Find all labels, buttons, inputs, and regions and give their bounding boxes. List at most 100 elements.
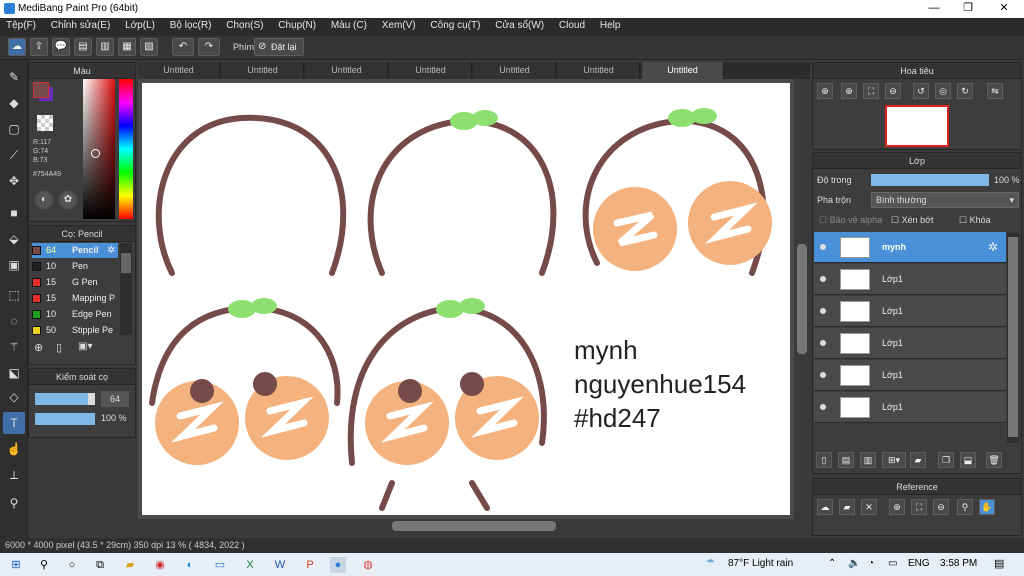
excel-icon[interactable]: X bbox=[242, 557, 258, 573]
scroll-thumb[interactable] bbox=[121, 253, 131, 273]
redo-icon[interactable]: ↷ bbox=[198, 38, 220, 56]
menu-layer[interactable]: Lớp(L) bbox=[119, 18, 161, 33]
horizontal-scrollbar[interactable] bbox=[138, 519, 810, 533]
maximize-button[interactable]: ❐ bbox=[950, 0, 986, 18]
menu-window[interactable]: Cửa sổ(W) bbox=[489, 18, 550, 33]
cloud-icon[interactable]: ☁ bbox=[8, 38, 26, 56]
select-eraser-icon[interactable]: ◇ bbox=[3, 386, 25, 408]
brush-item[interactable]: 10 Edge Pen bbox=[32, 307, 118, 322]
document-tab[interactable]: Untitled bbox=[138, 62, 220, 79]
menu-cloud[interactable]: Cloud bbox=[553, 18, 591, 33]
task-view-icon[interactable]: ⧉ bbox=[92, 557, 108, 573]
duplicate-icon[interactable]: ❐ bbox=[938, 452, 954, 468]
vertical-scrollbar[interactable] bbox=[794, 79, 810, 519]
select-pen-icon[interactable]: ⬕ bbox=[3, 362, 25, 384]
protect-alpha-checkbox[interactable]: ☐ Bảo vệ alpha bbox=[819, 215, 882, 226]
saturation-picker[interactable] bbox=[83, 79, 115, 219]
brush-tool-icon[interactable]: ✎ bbox=[3, 66, 25, 88]
cortana-icon[interactable]: ○ bbox=[64, 557, 80, 573]
blend-mode-select[interactable]: Bình thường ▾ bbox=[871, 192, 1019, 208]
scroll-thumb[interactable] bbox=[392, 521, 556, 531]
powerpoint-icon[interactable]: P bbox=[302, 557, 318, 573]
reset-rotation-icon[interactable]: ◎ bbox=[935, 83, 951, 99]
app-icon[interactable]: ◉ bbox=[152, 557, 168, 573]
monitor-icon[interactable]: ▭ bbox=[212, 557, 228, 573]
layer-row[interactable]: Lớp1 bbox=[814, 296, 1006, 327]
text-tool-icon[interactable]: T bbox=[3, 412, 25, 434]
fit-icon[interactable]: ⛶ bbox=[911, 499, 927, 515]
blur-tool-icon[interactable]: ⟂ bbox=[3, 464, 25, 486]
layer-row[interactable]: Lớp1 bbox=[814, 392, 1006, 423]
brush-item[interactable]: 15 Mapping P bbox=[32, 291, 118, 306]
close-button[interactable]: ✕ bbox=[986, 0, 1022, 18]
rotate-right-icon[interactable]: ↻ bbox=[957, 83, 973, 99]
pages-icon[interactable]: ▧ bbox=[140, 38, 158, 56]
menu-filter[interactable]: Bộ lọc(R) bbox=[164, 18, 218, 33]
chrome-icon[interactable]: ◍ bbox=[360, 557, 376, 573]
operation-tool-icon[interactable]: ☝ bbox=[3, 438, 25, 460]
edge-icon[interactable]: ◐ bbox=[182, 557, 198, 573]
menu-view[interactable]: Xem(V) bbox=[376, 18, 422, 33]
bucket-tool-icon[interactable]: ⬙ bbox=[3, 228, 25, 250]
transparent-swatch[interactable] bbox=[37, 115, 53, 131]
menu-help[interactable]: Help bbox=[594, 18, 627, 33]
brush-item[interactable]: 15 G Pen bbox=[32, 275, 118, 290]
file-explorer-icon[interactable]: ▰ bbox=[122, 557, 138, 573]
brush-item[interactable]: 50 Stipple Pe bbox=[32, 323, 118, 338]
hue-slider[interactable] bbox=[119, 79, 133, 219]
document-tab[interactable]: Untitled bbox=[222, 62, 304, 79]
fill-square-icon[interactable]: ■ bbox=[3, 202, 25, 224]
select-tool-icon[interactable]: ⬚ bbox=[3, 284, 25, 306]
layer-row[interactable]: Lớp1 bbox=[814, 264, 1006, 295]
gradient-tool-icon[interactable]: ▣ bbox=[3, 254, 25, 276]
zoom-out-icon[interactable]: ⊖ bbox=[885, 83, 901, 99]
undo-icon[interactable]: ↶ bbox=[172, 38, 194, 56]
zoom-in-icon[interactable]: ⊕ bbox=[841, 83, 857, 99]
clip-checkbox[interactable]: ☐ Xén bớt bbox=[891, 215, 934, 226]
cloud-icon[interactable]: ☁ bbox=[817, 499, 833, 515]
menu-tools[interactable]: Công cụ(T) bbox=[424, 18, 486, 33]
rotate-left-icon[interactable]: ↺ bbox=[913, 83, 929, 99]
language-indicator[interactable]: ENG bbox=[908, 558, 930, 569]
line-tool-icon[interactable]: ⟋ bbox=[3, 144, 25, 166]
document-tab[interactable]: Untitled bbox=[558, 62, 640, 79]
lock-checkbox[interactable]: ☐ Khóa bbox=[959, 215, 991, 226]
zoom-in-icon[interactable]: ⊕ bbox=[817, 83, 833, 99]
fit-icon[interactable]: ⛶ bbox=[863, 83, 879, 99]
eye-icon[interactable] bbox=[820, 404, 826, 410]
close-icon[interactable]: ✕ bbox=[861, 499, 877, 515]
network-icon[interactable]: ◔ bbox=[868, 558, 874, 569]
scroll-thumb[interactable] bbox=[1008, 237, 1018, 437]
eyedropper-icon[interactable]: ⚲ bbox=[3, 492, 25, 514]
search-icon[interactable]: ⚲ bbox=[36, 557, 52, 573]
layer-scrollbar[interactable] bbox=[1007, 233, 1019, 443]
flip-icon[interactable]: ⇋ bbox=[987, 83, 1003, 99]
menu-select[interactable]: Chọn(S) bbox=[220, 18, 269, 33]
hand-icon[interactable]: ✋ bbox=[979, 499, 995, 515]
trash-icon[interactable]: 🗑 bbox=[986, 452, 1002, 468]
primary-color-swatch[interactable] bbox=[33, 82, 49, 98]
clock[interactable]: 3:58 PM bbox=[940, 558, 977, 569]
brush-item[interactable]: 10 Pen bbox=[32, 259, 118, 274]
chevron-up-icon[interactable]: ⌃ bbox=[828, 558, 836, 569]
minimize-button[interactable]: — bbox=[916, 0, 952, 18]
volume-icon[interactable]: 🔈 bbox=[848, 558, 860, 569]
gear-icon[interactable]: ✲ bbox=[988, 240, 998, 254]
upload-icon[interactable]: ⇪ bbox=[30, 38, 48, 56]
eye-icon[interactable] bbox=[820, 340, 826, 346]
canvas[interactable]: mynh nguyenhue154 #hd247 bbox=[142, 83, 790, 515]
magic-wand-icon[interactable]: ⚚ bbox=[3, 336, 25, 358]
merge-icon[interactable]: ⬓ bbox=[960, 452, 976, 468]
add-brush-icon[interactable]: ⊕ bbox=[34, 341, 43, 354]
layer-row[interactable]: Lớp1 bbox=[814, 360, 1006, 391]
document-tab[interactable]: Untitled bbox=[306, 62, 388, 79]
open-folder-icon[interactable]: ▰ bbox=[839, 499, 855, 515]
canvas-area[interactable]: mynh nguyenhue154 #hd247 bbox=[138, 79, 810, 519]
page-icon[interactable]: ▥ bbox=[96, 38, 114, 56]
speech-bubble-icon[interactable]: 💬 bbox=[52, 38, 70, 56]
brush-scrollbar[interactable] bbox=[120, 243, 132, 335]
eye-icon[interactable] bbox=[820, 308, 826, 314]
scroll-thumb[interactable] bbox=[797, 244, 807, 354]
document-tab-active[interactable]: Untitled bbox=[642, 62, 724, 79]
gear-icon[interactable]: ✲ bbox=[107, 243, 115, 258]
